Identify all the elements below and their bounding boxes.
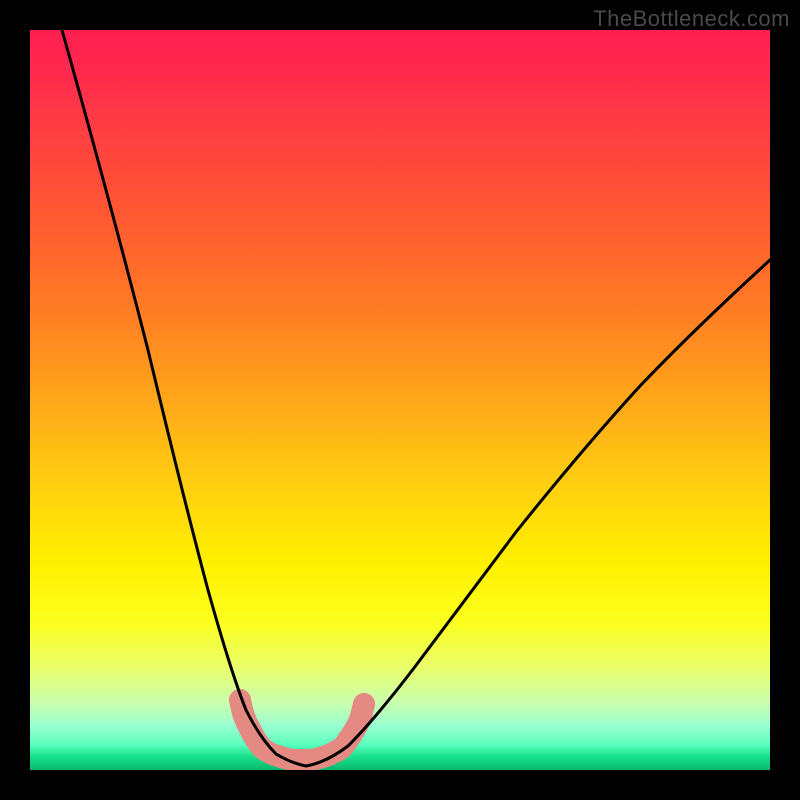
right-branch-path (306, 260, 770, 766)
watermark-text: TheBottleneck.com (593, 6, 790, 32)
left-branch-path (62, 30, 306, 766)
marker-dot (353, 693, 375, 715)
curve-layer (30, 30, 770, 770)
bottom-marker-chain (229, 689, 375, 760)
plot-frame (30, 30, 770, 770)
